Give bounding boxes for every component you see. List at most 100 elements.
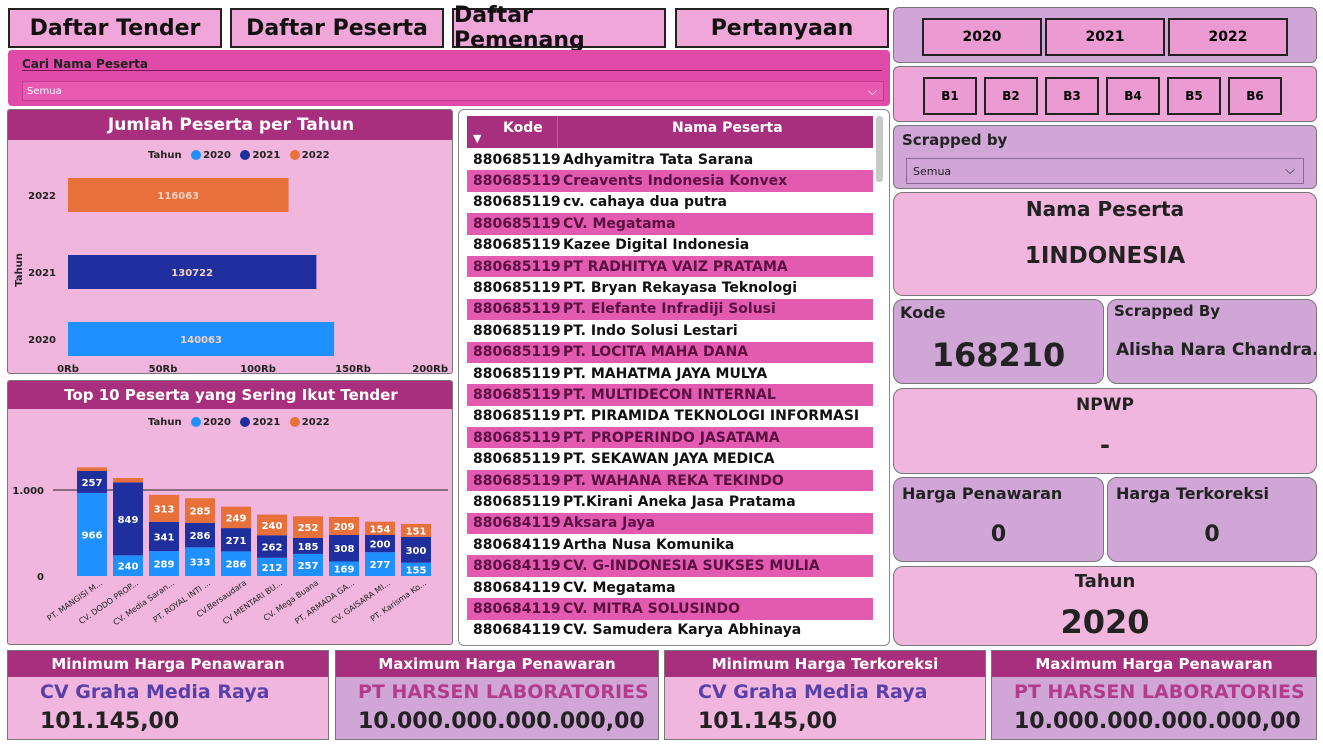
header-kode[interactable]: Kode (503, 120, 543, 136)
batch-button-b4[interactable]: B4 (1106, 77, 1160, 115)
category-label: CV. Media Saran... (112, 578, 177, 627)
table-row[interactable]: 880685119 PT. LOCITA MAHA DANA (467, 341, 873, 363)
year-button-2021[interactable]: 2021 (1045, 18, 1165, 56)
table-row[interactable]: 880685119 PT. MAHATMA JAYA MULYA (467, 363, 873, 384)
cell-kode: 880685119 (473, 451, 561, 468)
table-row[interactable]: 880684119 CV. MITRA SOLUSINDO (467, 598, 873, 620)
cell-kode: 880685119 (473, 173, 561, 190)
cell-nama: PT RADHITYA VAIZ PRATAMA (563, 258, 788, 275)
x-tick-label: 150Rb (335, 364, 371, 374)
table-row[interactable]: 880685119 Adhyamitra Tata Sarana (467, 149, 873, 170)
table-row[interactable]: 880685119 PT. PROPERINDO JASATAMA (467, 427, 873, 449)
table-row[interactable]: 880685119 cv. cahaya dua putra (467, 192, 873, 213)
table-row[interactable]: 880685119 PT. WAHANA REKA TEKINDO (467, 469, 873, 492)
bar-value-label: 286 (190, 531, 211, 542)
table-row[interactable]: 880685119 PT. PIRAMIDA TEKNOLOGI INFORMAS… (467, 406, 873, 427)
batch-button-b1[interactable]: B1 (923, 77, 977, 115)
search-label: Cari Nama Peserta (22, 57, 148, 71)
table-row[interactable]: 880685119 PT. Indo Solusi Lestari (467, 320, 873, 341)
cell-nama: PT.Kirani Aneka Jasa Pratama (563, 493, 796, 510)
card-min-harga-terkoreksi-name: CV Graha Media Raya (698, 681, 928, 703)
batch-button-b5[interactable]: B5 (1167, 77, 1221, 115)
cell-nama: cv. cahaya dua putra (563, 194, 727, 211)
cell-nama: PT. MAHATMA JAYA MULYA (563, 365, 768, 382)
table-row[interactable]: 880685119 Creavents Indonesia Konvex (467, 170, 873, 192)
bar-value-label: 249 (226, 513, 247, 524)
scrapped-dropdown[interactable]: Semua ⌵ (906, 158, 1304, 184)
card-kode-value: 168210 (931, 336, 1066, 374)
search-dropdown[interactable]: Semua ⌵ (22, 81, 884, 101)
batch-button-b6[interactable]: B6 (1228, 77, 1282, 115)
chart1-title: Jumlah Peserta per Tahun (8, 110, 452, 140)
table-row[interactable]: 880684119 Aksara Jaya (467, 512, 873, 535)
table-header: Kode ▼ Nama Peserta (467, 116, 873, 148)
cell-nama: CV. MITRA SOLUSINDO (563, 600, 740, 617)
year-button-2020[interactable]: 2020 (922, 18, 1042, 56)
table-row[interactable]: 880685119 PT. Elefante Infradiji Solusi (467, 298, 873, 321)
table-row[interactable]: 880684119 Artha Nusa Komunika (467, 534, 873, 555)
tab-daftar-tender[interactable]: Daftar Tender (8, 8, 222, 48)
cell-kode: 880685119 (473, 194, 561, 211)
card-max-harga-penawaran: Maximum Harga Penawaran PT HARSEN LABORA… (335, 650, 659, 740)
table-row[interactable]: 880685119 PT.Kirani Aneka Jasa Pratama (467, 491, 873, 512)
header-nama[interactable]: Nama Peserta (672, 120, 783, 136)
card-min-harga-terkoreksi-title: Minimum Harga Terkoreksi (665, 651, 985, 677)
cell-kode: 880684119 (473, 558, 561, 575)
bar-segment (113, 478, 143, 483)
chevron-down-icon: ⌵ (1285, 163, 1295, 178)
tab-pertanyaan[interactable]: Pertanyaan (675, 8, 889, 48)
scrapped-slicer: Scrapped by Semua ⌵ (893, 125, 1317, 189)
bar-value-label: 212 (262, 563, 283, 574)
cell-kode: 880685119 (473, 322, 561, 339)
table-row[interactable]: 880685119 CV. Megatama (467, 213, 873, 235)
tab-daftar-pemenang[interactable]: Daftar Pemenang (452, 3, 666, 53)
table-row[interactable]: 880684119 CV. Megatama (467, 577, 873, 598)
table-scrollbar[interactable] (876, 116, 883, 182)
table-row[interactable]: 880685119 PT. SEKAWAN JAYA MEDICA (467, 448, 873, 469)
card-max-harga-penawaran-title: Maximum Harga Penawaran (336, 651, 658, 677)
table-row[interactable]: 880685119 PT. MULTIDECON INTERNAL (467, 384, 873, 406)
bar-value-label: 116063 (157, 191, 199, 202)
bar-value-label: 313 (154, 504, 175, 515)
card-min-harga-terkoreksi: Minimum Harga Terkoreksi CV Graha Media … (664, 650, 986, 740)
x-tick-label: 200Rb (412, 364, 448, 374)
table-row[interactable]: 880685119 PT. Bryan Rekayasa Teknologi (467, 277, 873, 298)
cell-nama: PT. Indo Solusi Lestari (563, 322, 738, 339)
cell-nama: PT. WAHANA REKA TEKINDO (563, 472, 784, 489)
cell-kode: 880684119 (473, 515, 561, 532)
bar-value-label: 154 (370, 524, 391, 535)
bar-value-label: 240 (262, 521, 283, 532)
sort-desc-icon[interactable]: ▼ (473, 132, 481, 145)
batch-button-b2[interactable]: B2 (984, 77, 1038, 115)
card-harga-penawaran-title: Harga Penawaran (902, 484, 1063, 503)
cell-nama: CV. G-INDONESIA SUKSES MULIA (563, 558, 820, 575)
tab-daftar-peserta[interactable]: Daftar Peserta (230, 8, 444, 48)
cell-nama: Kazee Digital Indonesia (563, 237, 750, 254)
cell-nama: CV. Samudera Karya Abhinaya (563, 622, 802, 639)
table-row[interactable]: 880685119 PT RADHITYA VAIZ PRATAMA (467, 255, 873, 278)
card-harga-penawaran-value: 0 (990, 522, 1007, 547)
cell-nama: CV. Megatama (563, 215, 676, 232)
card-harga-terkoreksi-value: 0 (1204, 522, 1220, 547)
card-max-harga-penawaran-value: 10.000.000.000.000,00 (358, 709, 645, 734)
card-scrapped-by-title: Scrapped By (1114, 302, 1221, 320)
cell-nama: Artha Nusa Komunika (563, 536, 735, 553)
card-max-harga-penawaran-2-title: Maximum Harga Penawaran (992, 651, 1316, 677)
card-tahun-value: 2020 (1060, 603, 1150, 641)
cell-kode: 880685119 (473, 215, 561, 232)
bar-value-label: 285 (190, 507, 211, 518)
batch-button-b3[interactable]: B3 (1045, 77, 1099, 115)
bar-value-label: 200 (370, 540, 391, 551)
table-row[interactable]: 880684119 CV. Samudera Karya Abhinaya (467, 620, 873, 641)
bar-value-label: 262 (262, 543, 283, 554)
card-kode-title: Kode (900, 303, 946, 322)
table-row[interactable]: 880684119 CV. G-INDONESIA SUKSES MULIA (467, 555, 873, 577)
peserta-table: Kode ▼ Nama Peserta 880685119 Adhyamitra … (458, 109, 890, 646)
card-tahun-title: Tahun (1074, 571, 1136, 592)
cell-kode: 880685119 (473, 493, 561, 510)
cell-nama: CV. Megatama (563, 579, 676, 596)
bar-value-label: 140063 (180, 335, 222, 346)
cell-kode: 880684119 (473, 536, 561, 553)
year-button-2022[interactable]: 2022 (1168, 18, 1288, 56)
table-row[interactable]: 880685119 Kazee Digital Indonesia (467, 235, 873, 256)
